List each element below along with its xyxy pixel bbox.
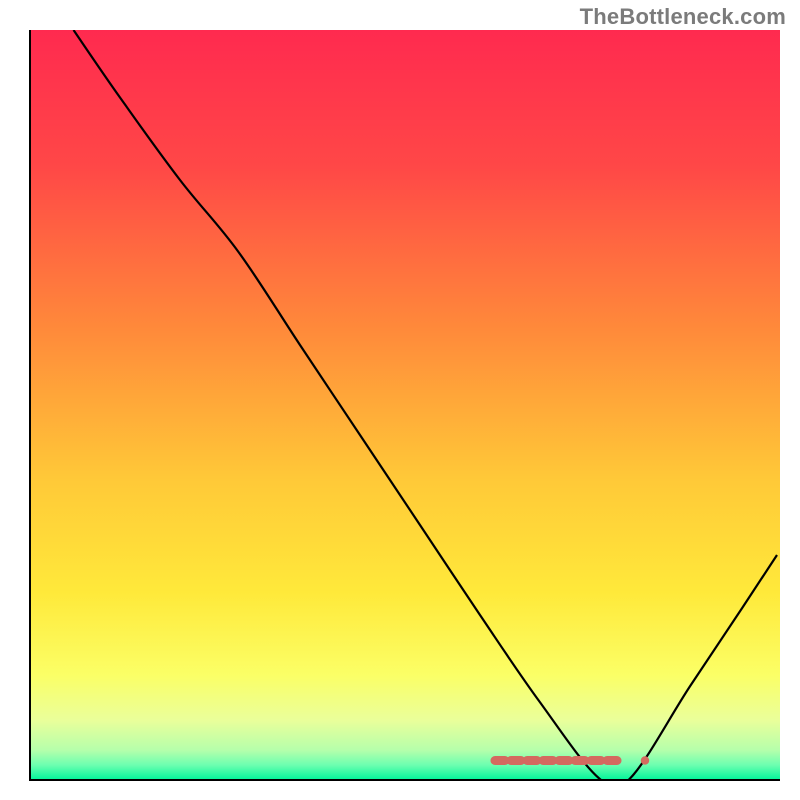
plot-background xyxy=(30,30,780,780)
bottleneck-chart xyxy=(0,0,800,800)
chart-container: TheBottleneck.com xyxy=(0,0,800,800)
